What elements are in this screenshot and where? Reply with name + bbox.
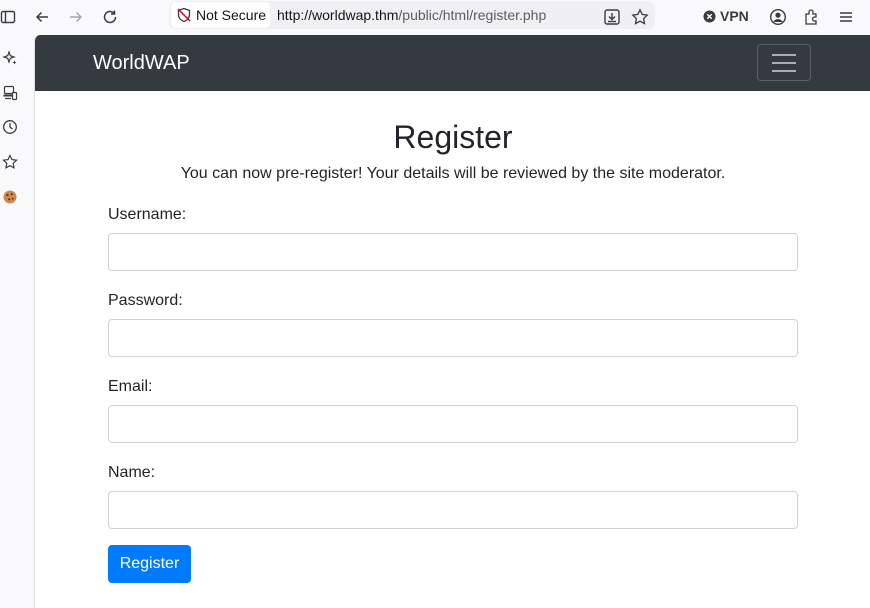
navbar-brand[interactable]: WorldWAP xyxy=(93,52,190,75)
download-icon[interactable] xyxy=(600,5,624,29)
browser-sidebar xyxy=(0,34,33,608)
shield-slash-icon xyxy=(176,7,192,23)
reload-icon[interactable] xyxy=(98,5,122,29)
page-title: Register xyxy=(393,119,513,155)
username-input[interactable] xyxy=(108,233,798,271)
register-button[interactable]: Register xyxy=(108,545,191,583)
vpn-button[interactable]: VPN xyxy=(703,6,749,26)
username-label: Username: xyxy=(108,206,187,223)
bookmarks-icon[interactable] xyxy=(0,152,20,172)
url-host: http://worldwap.thm xyxy=(277,7,399,23)
vpn-icon xyxy=(703,10,716,23)
email-label: Email: xyxy=(108,378,153,395)
navbar-toggler[interactable] xyxy=(757,44,811,81)
password-input[interactable] xyxy=(108,319,798,357)
navbar: WorldWAP xyxy=(35,35,870,91)
forward-icon[interactable] xyxy=(64,5,88,29)
history-icon[interactable] xyxy=(0,117,20,137)
bookmark-star-icon[interactable] xyxy=(628,5,652,29)
sidebar-toggle-icon[interactable] xyxy=(0,5,20,29)
url-path: /public/html/register.php xyxy=(398,7,547,23)
page-subtitle: You can now pre-register! Your details w… xyxy=(180,165,726,182)
cookie-icon[interactable] xyxy=(0,187,20,207)
ai-sparkle-icon[interactable] xyxy=(0,48,20,68)
web-page: WorldWAP Register You can now pre-regist… xyxy=(34,35,870,608)
browser-toolbar: Not Secure http://worldwap.thm/public/ht… xyxy=(0,0,870,34)
url-text[interactable]: http://worldwap.thm/public/html/register… xyxy=(277,7,546,23)
menu-icon[interactable] xyxy=(834,5,858,29)
name-label: Name: xyxy=(108,464,156,481)
security-label: Not Secure xyxy=(196,7,267,23)
account-icon[interactable] xyxy=(766,5,790,29)
name-input[interactable] xyxy=(108,491,798,529)
security-indicator[interactable]: Not Secure xyxy=(171,2,270,28)
vpn-label: VPN xyxy=(720,8,749,24)
password-label: Password: xyxy=(108,292,183,309)
hamburger-icon xyxy=(772,53,796,56)
synced-tabs-icon[interactable] xyxy=(0,83,20,103)
back-icon[interactable] xyxy=(30,5,54,29)
email-input[interactable] xyxy=(108,405,798,443)
extensions-icon[interactable] xyxy=(800,5,824,29)
